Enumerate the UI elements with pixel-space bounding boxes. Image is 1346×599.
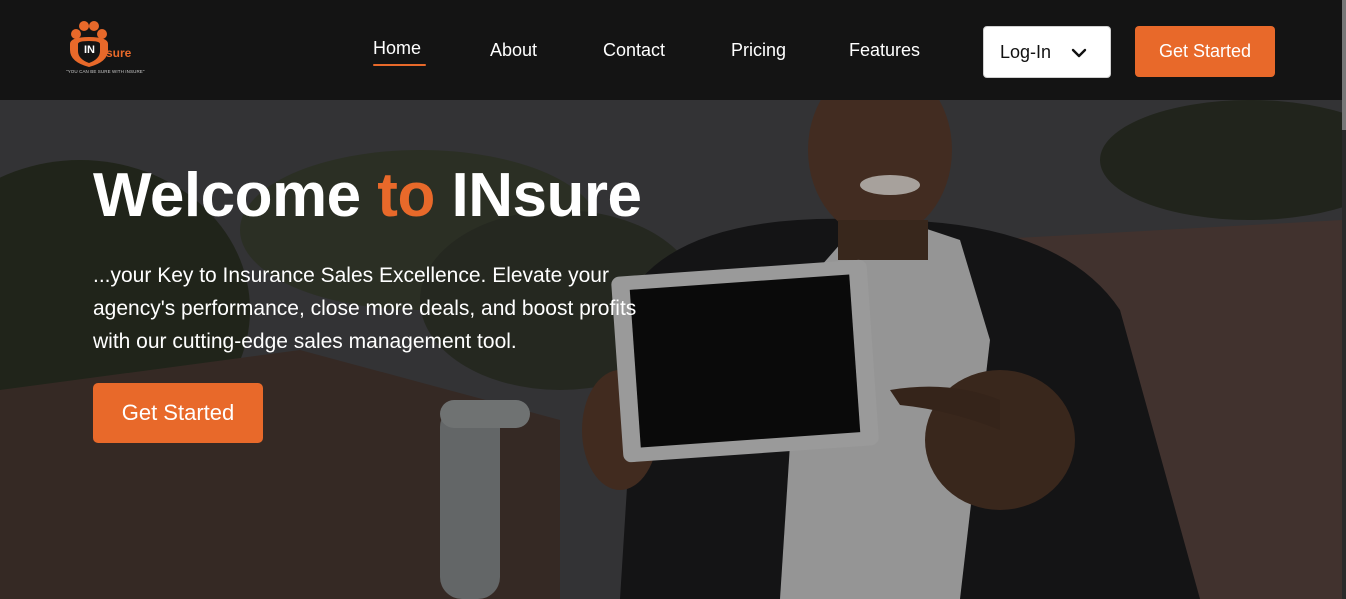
scrollbar-thumb[interactable] [1342,0,1346,130]
nav-home[interactable]: Home [373,38,421,59]
hero-section: Welcome to INsure ...your Key to Insuran… [0,100,1342,599]
hero-title-part2: INsure [434,161,642,230]
chevron-down-icon [1071,48,1087,58]
login-label: Log-In [1000,42,1052,62]
nav-contact[interactable]: Contact [603,40,665,61]
nav-about[interactable]: About [490,40,537,61]
hero-title-part1: Welcome [93,161,378,230]
brand-logo[interactable]: IN sure "YOU CAN BE SURE WITH INSURE" [66,20,158,78]
hero-title: Welcome to INsure [93,160,642,231]
nav-get-started-button[interactable]: Get Started [1135,26,1275,77]
nav-pricing[interactable]: Pricing [731,40,786,61]
nav-features[interactable]: Features [849,40,920,61]
hero-title-accent: to [377,161,435,230]
hero-get-started-button[interactable]: Get Started [93,383,263,443]
nav-active-indicator [373,64,426,66]
logo-in-text: IN [84,44,95,56]
navbar: IN sure "YOU CAN BE SURE WITH INSURE" Ho… [0,0,1346,100]
logo-sure-text: sure [106,46,132,60]
login-dropdown[interactable]: Log-In [983,26,1111,78]
logo-tagline: "YOU CAN BE SURE WITH INSURE" [66,69,145,74]
hero-subtitle: ...your Key to Insurance Sales Excellenc… [93,264,637,353]
